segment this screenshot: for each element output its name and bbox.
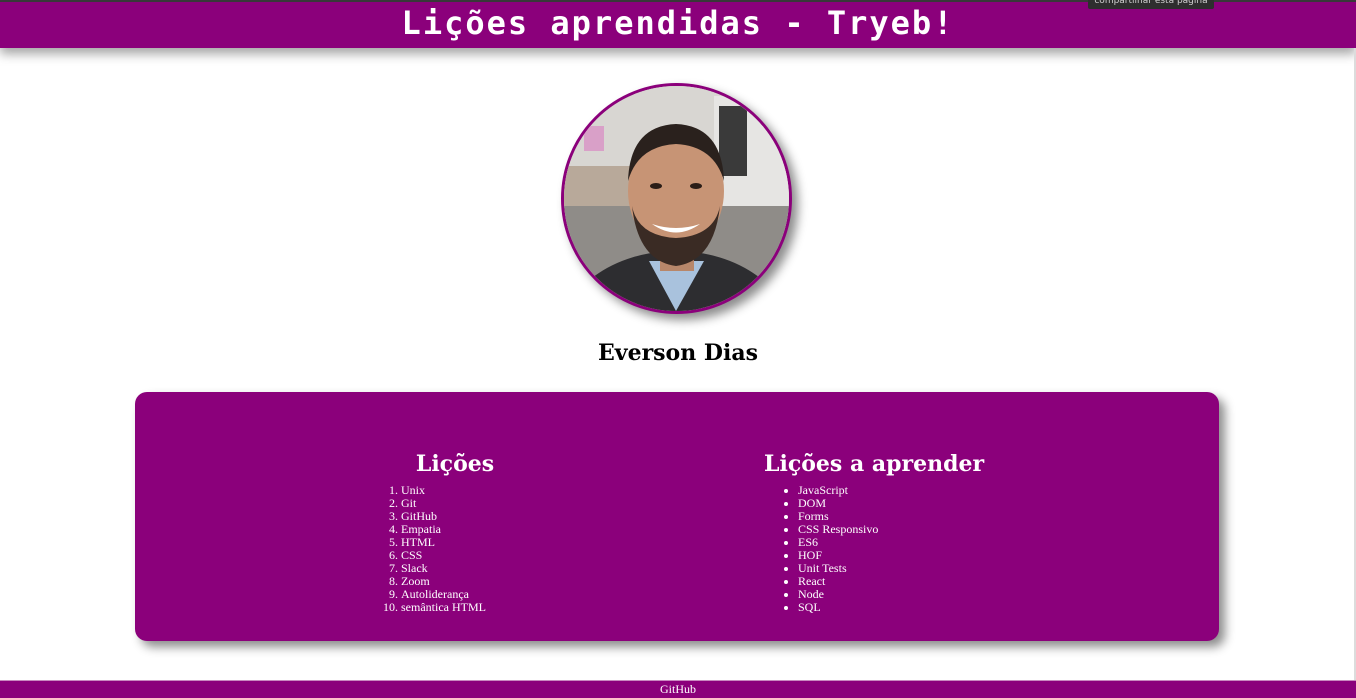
page-footer: GitHub xyxy=(0,680,1356,698)
list-item: Unix xyxy=(401,484,583,497)
share-tooltip: compartilhar esta página xyxy=(1088,0,1214,9)
list-item: Unit Tests xyxy=(798,562,1024,575)
lessons-list: Unix Git GitHub Empatia HTML CSS Slack Z… xyxy=(383,484,583,614)
lessons-column: Lições Unix Git GitHub Empatia HTML CSS … xyxy=(383,450,583,614)
list-item: CSS xyxy=(401,549,583,562)
list-item: CSS Responsivo xyxy=(798,523,1024,536)
list-item: Node xyxy=(798,588,1024,601)
page-title: Lições aprendidas - Tryeb! xyxy=(401,4,955,42)
list-item: React xyxy=(798,575,1024,588)
list-item: HTML xyxy=(401,536,583,549)
list-item: JavaScript xyxy=(798,484,1024,497)
to-learn-list: JavaScript DOM Forms CSS Responsivo ES6 … xyxy=(764,484,1024,614)
to-learn-heading: Lições a aprender xyxy=(764,451,985,477)
to-learn-column: Lições a aprender JavaScript DOM Forms C… xyxy=(764,450,1024,614)
profile-name: Everson Dias xyxy=(598,340,758,366)
list-item: DOM xyxy=(798,497,1024,510)
list-item: SQL xyxy=(798,601,1024,614)
profile-photo xyxy=(564,86,789,311)
avatar xyxy=(561,83,792,314)
list-item: ES6 xyxy=(798,536,1024,549)
list-item: semântica HTML xyxy=(401,601,583,614)
github-link[interactable]: GitHub xyxy=(660,682,696,697)
lessons-heading: Lições xyxy=(415,451,495,477)
lessons-panel: Lições Unix Git GitHub Empatia HTML CSS … xyxy=(135,392,1219,641)
